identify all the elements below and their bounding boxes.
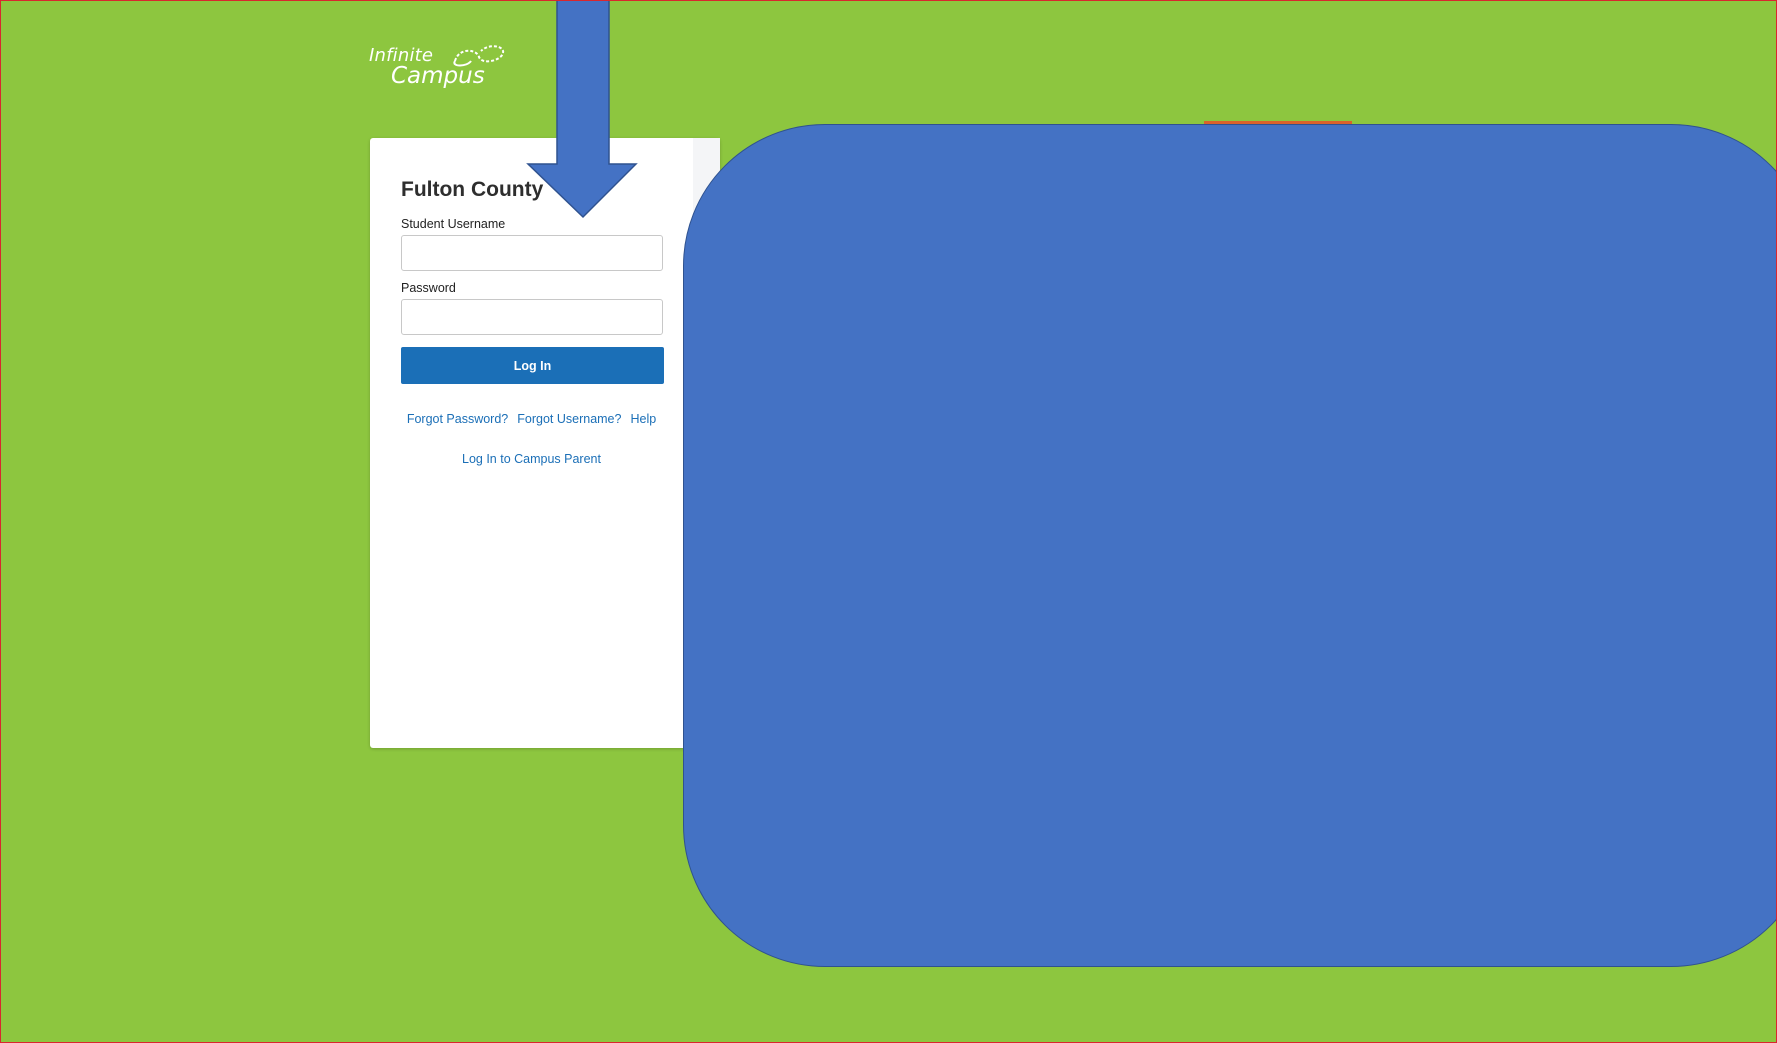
campus-parent-link[interactable]: Log In to Campus Parent xyxy=(370,452,693,466)
help-link[interactable]: Help xyxy=(630,412,656,426)
infinite-campus-logo: Infinite Campus xyxy=(369,41,509,93)
login-page: Infinite Campus Fulton County Student Us… xyxy=(0,0,1777,1043)
password-label: Password xyxy=(401,281,456,295)
login-card: Fulton County Student Username Password … xyxy=(370,138,720,748)
help-links: Forgot Password? Forgot Username? Help xyxy=(370,412,693,426)
login-button[interactable]: Log In xyxy=(401,347,664,384)
logo-text-campus: Campus xyxy=(391,63,485,89)
password-input[interactable] xyxy=(401,299,663,335)
forgot-password-link[interactable]: Forgot Password? xyxy=(407,412,508,426)
forgot-username-link[interactable]: Forgot Username? xyxy=(517,412,621,426)
district-title: Fulton County xyxy=(401,178,544,201)
annotation-overlay-box xyxy=(683,124,1776,967)
username-input[interactable] xyxy=(401,235,663,271)
username-label: Student Username xyxy=(401,217,506,231)
down-arrow-icon xyxy=(526,1,638,219)
